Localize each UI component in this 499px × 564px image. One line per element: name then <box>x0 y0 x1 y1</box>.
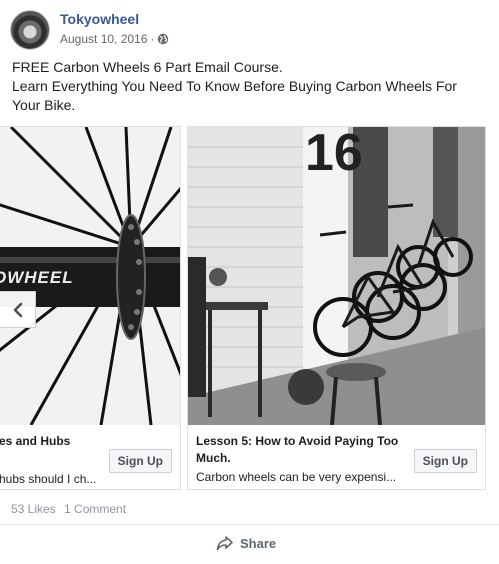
chevron-left-icon <box>13 302 22 317</box>
likes-count[interactable]: 53 Likes <box>11 502 56 516</box>
card-image-bikes[interactable]: 16 <box>188 127 485 425</box>
share-label: Share <box>240 535 277 551</box>
card-footer: Lesson 5: How to Avoid Paying Too Much. … <box>188 425 485 489</box>
divider <box>0 524 499 525</box>
building-number: 16 <box>305 127 363 182</box>
sign-up-button[interactable]: Sign Up <box>413 449 477 473</box>
post-text-line: Learn Everything You Need To Know Before… <box>12 78 457 94</box>
share-arrow-icon <box>216 536 233 551</box>
page-name-link[interactable]: Tokyowheel <box>60 11 139 27</box>
post-date[interactable]: August 10, 2016 <box>60 32 147 46</box>
page-avatar[interactable] <box>10 10 50 50</box>
card-description: hubs should I ch... <box>0 472 97 486</box>
carousel-card[interactable]: 16 Lesson 5: How to Avoid Paying Too Muc… <box>187 126 486 490</box>
card-image-wheel[interactable]: OWHEEL <box>0 127 180 425</box>
meta-separator: · <box>150 32 155 46</box>
engagement-stats: 53 Likes 1 Comment <box>11 502 131 516</box>
card-title[interactable]: Lesson 5: How to Avoid Paying Too Much. <box>196 433 398 467</box>
carousel: OWHEEL es and Hubs hubs should I ch... S… <box>0 126 499 492</box>
card-title[interactable]: es and Hubs <box>0 433 70 450</box>
card-title-line: Lesson 5: How to Avoid Paying Too <box>196 434 399 448</box>
globe-icon[interactable] <box>157 33 169 45</box>
card-footer: es and Hubs hubs should I ch... Sign Up <box>0 425 180 489</box>
post-message: FREE Carbon Wheels 6 Part Email Course. … <box>12 58 492 115</box>
post-header: Tokyowheel August 10, 2016 · <box>10 10 490 50</box>
sign-up-button[interactable]: Sign Up <box>108 449 172 473</box>
card-title-line: Much. <box>196 451 231 465</box>
post-meta: August 10, 2016 · <box>60 32 169 46</box>
comments-count[interactable]: 1 Comment <box>64 502 126 516</box>
post-text-line: FREE Carbon Wheels 6 Part Email Course. <box>12 59 283 75</box>
post-text-line: Your Bike. <box>12 97 76 113</box>
card-description: Carbon wheels can be very expensi... <box>196 470 397 484</box>
share-button[interactable]: Share <box>216 535 276 551</box>
hub-brand-text: OWHEEL <box>0 268 74 287</box>
carousel-prev-button[interactable] <box>0 291 36 328</box>
